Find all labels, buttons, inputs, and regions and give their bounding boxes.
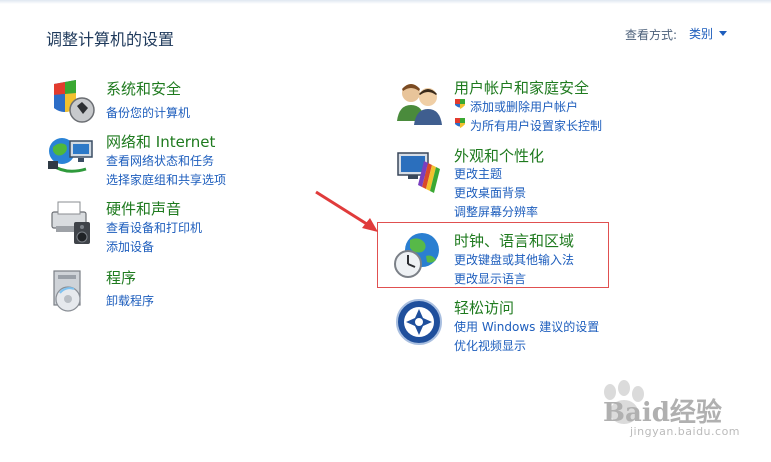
programs-icon[interactable] [46,267,96,317]
view-by-label: 查看方式: [625,28,678,42]
link-add-remove-user[interactable]: 添加或删除用户帐户 [470,98,578,115]
link-change-theme[interactable]: 更改主题 [454,165,502,182]
uac-shield-icon [455,99,465,109]
link-adjust-resolution[interactable]: 调整屏幕分辨率 [454,203,538,220]
network-icon[interactable] [46,131,96,181]
ease-of-access-icon[interactable] [394,297,444,347]
link-windows-suggested-settings[interactable]: 使用 Windows 建议的设置 [454,318,599,335]
chevron-down-icon[interactable] [719,31,727,36]
link-change-display-language[interactable]: 更改显示语言 [454,270,526,287]
category-title-clock-language-region[interactable]: 时钟、语言和区域 [454,230,574,251]
window-top-border [0,0,771,4]
hardware-sound-icon[interactable] [46,198,96,248]
system-security-icon[interactable] [46,78,96,128]
category-user-accounts: 用户帐户和家庭安全 添加或删除用户帐户 为所有用户设置家长控制 [394,77,634,137]
category-title-network[interactable]: 网络和 Internet [106,131,215,152]
category-title-ease-of-access[interactable]: 轻松访问 [454,297,514,318]
link-homegroup-sharing[interactable]: 选择家庭组和共享选项 [106,171,226,188]
category-title-user-accounts[interactable]: 用户帐户和家庭安全 [454,77,589,98]
watermark-text: Baid经验 [603,398,722,428]
category-ease-of-access: 轻松访问 使用 Windows 建议的设置 优化视频显示 [394,297,634,355]
uac-shield-icon [455,118,465,128]
link-uninstall-program[interactable]: 卸载程序 [106,292,154,309]
red-arrow-annotation [315,190,378,232]
category-title-appearance[interactable]: 外观和个性化 [454,145,544,166]
link-add-device[interactable]: 添加设备 [106,238,154,255]
link-devices-printers[interactable]: 查看设备和打印机 [106,219,202,236]
category-clock-language-region: 时钟、语言和区域 更改键盘或其他输入法 更改显示语言 [394,230,604,287]
link-change-desktop-background[interactable]: 更改桌面背景 [454,184,526,201]
category-hardware-sound: 硬件和声音 查看设备和打印机 添加设备 [46,198,266,258]
category-programs: 程序 卸载程序 [46,267,266,317]
category-system-security: 系统和安全 备份您的计算机 [46,78,266,126]
appearance-icon[interactable] [394,145,444,195]
category-title-system-security[interactable]: 系统和安全 [106,78,181,99]
watermark-url: jingyan.baidu.com [630,425,741,438]
page-title: 调整计算机的设置 [46,30,175,49]
category-title-programs[interactable]: 程序 [106,267,136,288]
category-appearance: 外观和个性化 更改主题 更改桌面背景 调整屏幕分辨率 [394,145,634,220]
link-view-network-status[interactable]: 查看网络状态和任务 [106,152,214,169]
link-optimize-video-display[interactable]: 优化视频显示 [454,337,526,354]
category-network: 网络和 Internet 查看网络状态和任务 选择家庭组和共享选项 [46,131,266,191]
user-accounts-icon[interactable] [394,77,444,127]
category-title-hardware-sound[interactable]: 硬件和声音 [106,198,181,219]
link-backup-computer[interactable]: 备份您的计算机 [106,104,190,121]
clock-globe-icon[interactable] [394,230,444,280]
view-by-dropdown[interactable]: 类别 [689,25,713,42]
link-parental-controls[interactable]: 为所有用户设置家长控制 [470,117,602,134]
link-change-keyboard-input[interactable]: 更改键盘或其他输入法 [454,251,574,268]
